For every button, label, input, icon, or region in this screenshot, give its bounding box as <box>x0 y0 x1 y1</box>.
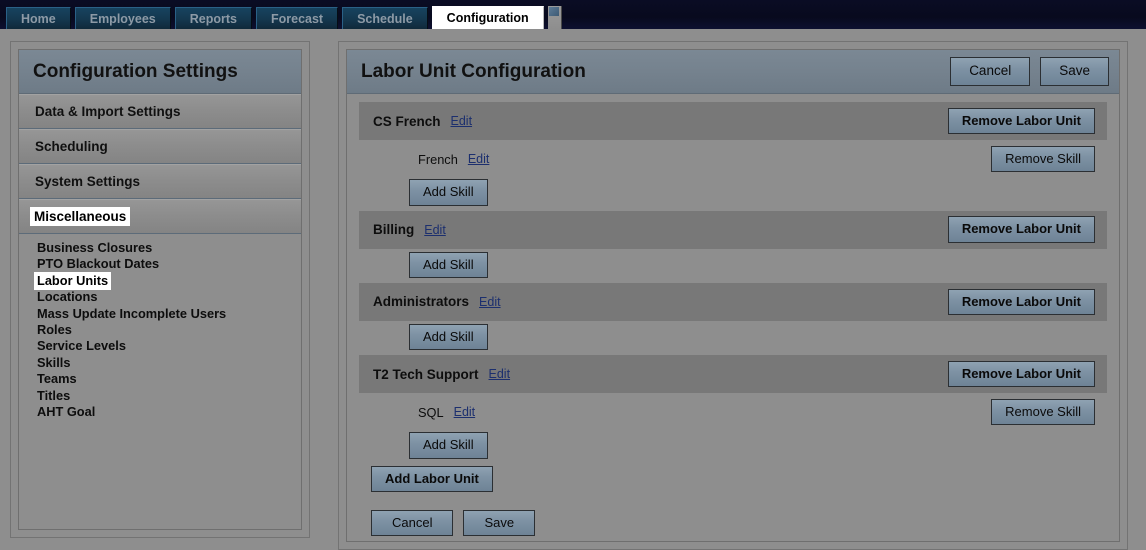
page-title: Labor Unit Configuration <box>361 60 586 82</box>
remove-skill-button[interactable]: Remove Skill <box>991 399 1095 426</box>
sidebar-section-data-import-settings[interactable]: Data & Import Settings <box>19 94 301 129</box>
sidebar-item-aht-goal[interactable]: AHT Goal <box>35 404 97 420</box>
tab-employees[interactable]: Employees <box>74 7 171 29</box>
labor-unit-list: CS French Edit Remove Labor Unit French Edit… <box>347 94 1119 537</box>
edit-labor-unit-link[interactable]: Edit <box>451 114 473 128</box>
edit-skill-link[interactable]: Edit <box>454 405 476 419</box>
edit-labor-unit-link[interactable]: Edit <box>424 223 446 237</box>
add-skill-row: Add Skill <box>359 176 1107 210</box>
skill-row: French Edit Remove Skill <box>359 140 1107 176</box>
edit-labor-unit-link[interactable]: Edit <box>479 295 501 309</box>
header-save-button[interactable]: Save <box>1040 57 1109 86</box>
labor-unit-row: T2 Tech Support Edit Remove Labor Unit <box>359 355 1107 394</box>
edit-labor-unit-link[interactable]: Edit <box>489 367 511 381</box>
sidebar-item-locations[interactable]: Locations <box>35 289 99 305</box>
sidebar-title: Configuration Settings <box>19 50 301 94</box>
add-skill-row: Add Skill <box>359 321 1107 355</box>
page-body: Configuration Settings Data & Import Set… <box>0 29 1146 550</box>
footer-cancel-button[interactable]: Cancel <box>371 510 454 537</box>
sidebar-item-roles[interactable]: Roles <box>35 322 74 338</box>
skill-name: SQL <box>418 404 444 420</box>
add-skill-button[interactable]: Add Skill <box>409 179 488 206</box>
skill-row: SQL Edit Remove Skill <box>359 393 1107 429</box>
sidebar-item-teams[interactable]: Teams <box>35 371 79 387</box>
sidebar-item-skills[interactable]: Skills <box>35 355 72 371</box>
page-curl-icon <box>547 6 562 29</box>
sidebar-item-mass-update-incomplete-users[interactable]: Mass Update Incomplete Users <box>35 306 228 322</box>
labor-unit-name: T2 Tech Support <box>373 366 479 382</box>
add-skill-row: Add Skill <box>359 429 1107 463</box>
remove-labor-unit-button[interactable]: Remove Labor Unit <box>947 216 1095 243</box>
labor-unit-row: CS French Edit Remove Labor Unit <box>359 102 1107 140</box>
remove-labor-unit-button[interactable]: Remove Labor Unit <box>947 288 1095 316</box>
tab-forecast[interactable]: Forecast <box>255 7 339 29</box>
tab-schedule[interactable]: Schedule <box>342 7 428 29</box>
sidebar-subitem-list: Business Closures PTO Blackout Dates Labor… <box>19 234 301 429</box>
configuration-sidebar-panel: Configuration Settings Data & Import Set… <box>10 41 310 538</box>
labor-unit-name: Billing <box>373 222 415 238</box>
footer-button-row: Cancel Save <box>359 492 1107 537</box>
labor-unit-name: Administrators <box>373 294 470 310</box>
sidebar-item-business-closures[interactable]: Business Closures <box>35 240 154 256</box>
add-labor-unit-button[interactable]: Add Labor Unit <box>371 465 493 493</box>
sidebar-item-pto-blackout-dates[interactable]: PTO Blackout Dates <box>35 256 161 272</box>
labor-unit-row: Administrators Edit Remove Labor Unit <box>359 282 1107 321</box>
labor-unit-row: Billing Edit Remove Labor Unit <box>359 210 1107 249</box>
sidebar-section-label: Miscellaneous <box>29 207 131 226</box>
header-cancel-button[interactable]: Cancel <box>950 57 1031 86</box>
remove-labor-unit-button[interactable]: Remove Labor Unit <box>947 361 1095 388</box>
add-skill-button[interactable]: Add Skill <box>409 323 488 351</box>
labor-unit-name: CS French <box>373 113 441 129</box>
edit-skill-link[interactable]: Edit <box>468 152 490 166</box>
add-skill-button[interactable]: Add Skill <box>409 432 488 459</box>
sidebar-item-titles[interactable]: Titles <box>35 388 72 404</box>
main-navigation-tabs: Home Employees Reports Forecast Schedule Conf… <box>0 0 1146 29</box>
add-skill-row: Add Skill <box>359 249 1107 283</box>
sidebar-section-system-settings[interactable]: System Settings <box>19 164 301 199</box>
sidebar-item-labor-units[interactable]: Labor Units <box>33 271 112 291</box>
add-skill-button[interactable]: Add Skill <box>409 251 488 278</box>
skill-name: French <box>418 151 458 167</box>
sidebar-item-service-levels[interactable]: Service Levels <box>35 338 128 354</box>
main-panel-header: Labor Unit Configuration Cancel Save <box>347 50 1119 94</box>
remove-labor-unit-button[interactable]: Remove Labor Unit <box>947 107 1095 135</box>
remove-skill-button[interactable]: Remove Skill <box>991 146 1095 173</box>
labor-unit-configuration-panel: Labor Unit Configuration Cancel Save CS … <box>338 41 1128 550</box>
sidebar-section-miscellaneous[interactable]: Miscellaneous <box>19 199 301 234</box>
tab-reports[interactable]: Reports <box>174 7 252 29</box>
tab-configuration[interactable]: Configuration <box>431 6 544 29</box>
footer-save-button[interactable]: Save <box>463 510 536 537</box>
tab-home[interactable]: Home <box>6 7 71 29</box>
sidebar-section-scheduling[interactable]: Scheduling <box>19 129 301 164</box>
